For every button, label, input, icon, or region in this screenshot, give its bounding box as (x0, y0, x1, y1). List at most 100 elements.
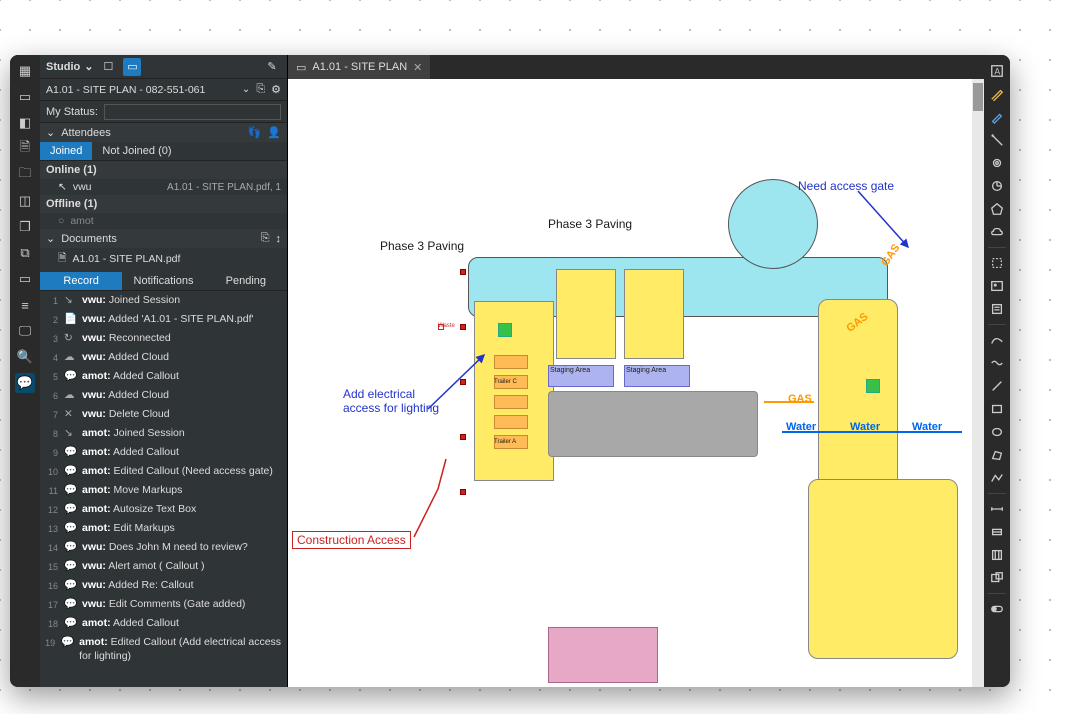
nav-layer-icon[interactable]: ◧ (15, 113, 35, 133)
chevron-down-icon: ⌄ (46, 126, 55, 139)
tool-rect-icon[interactable] (987, 399, 1007, 419)
nav-sheet-icon[interactable]: ◫ (15, 191, 35, 211)
nav-compare-icon[interactable]: ⧉ (15, 243, 35, 263)
project-icon[interactable]: ▭ (123, 58, 141, 76)
left-icon-strip: ▦ ▭ ◧ 🗎 🗀 ◫ ❐ ⧉ ▭ ≡ 🖵 🔍 💬 (10, 55, 40, 687)
session-icon[interactable]: ☐ (99, 58, 117, 76)
label-trailer-c: Trailer C (494, 379, 517, 385)
record-user: amot: (82, 484, 111, 496)
nav-chat-icon[interactable]: 💬 (15, 373, 35, 393)
record-row[interactable]: 17💬vwu: Edit Comments (Gate added) (40, 595, 287, 614)
tool-crop-icon[interactable] (987, 253, 1007, 273)
chevron-down-icon[interactable]: ⌄ (242, 84, 250, 95)
add-doc-icon[interactable]: ⎘ (261, 232, 270, 245)
tab-notifications[interactable]: Notifications (122, 272, 204, 290)
record-row[interactable]: 19💬amot: Edited Callout (Add electrical … (40, 633, 287, 665)
tool-image-icon[interactable] (987, 276, 1007, 296)
record-text: Added Callout (113, 370, 179, 382)
attendees-header[interactable]: ⌄ Attendees 👣 👤 (40, 123, 287, 142)
tab-record[interactable]: Record (40, 272, 122, 290)
marker-tool-icon[interactable]: ✎ (263, 58, 281, 76)
app-window: ▦ ▭ ◧ 🗎 🗀 ◫ ❐ ⧉ ▭ ≡ 🖵 🔍 💬 Studio ⌄ ☐ ▭ ✎… (10, 55, 1010, 687)
tool-ruler-icon[interactable] (987, 130, 1007, 150)
record-row[interactable]: 8↘amot: Joined Session (40, 424, 287, 443)
nav-list-icon[interactable]: ≡ (15, 295, 35, 315)
settings-icon[interactable]: ⚙ (271, 83, 281, 96)
follow-icon[interactable]: 👣 (248, 126, 262, 139)
record-type-icon: 💬 (64, 578, 76, 592)
sort-icon[interactable]: ↕ (276, 233, 282, 245)
tool-polyline-icon[interactable] (987, 468, 1007, 488)
tool-text-icon[interactable]: A (987, 61, 1007, 81)
tool-line-icon[interactable] (987, 376, 1007, 396)
pdf-icon: 🗎 (58, 250, 66, 268)
tool-curve-icon[interactable] (987, 330, 1007, 350)
record-row[interactable]: 3↻vwu: Reconnected (40, 329, 287, 348)
record-row[interactable]: 1↘vwu: Joined Session (40, 291, 287, 310)
record-row[interactable]: 11💬amot: Move Markups (40, 481, 287, 500)
record-number: 19 (44, 635, 55, 650)
tool-wave-icon[interactable] (987, 353, 1007, 373)
document-tab[interactable]: ▭ A1.01 - SITE PLAN ✕ (288, 55, 430, 79)
drawing-canvas[interactable]: Need access gate Phase 3 Paving Phase 3 … (288, 79, 972, 687)
record-text: Added Callout (113, 446, 179, 458)
nav-grid-icon[interactable]: ▦ (15, 61, 35, 81)
record-row[interactable]: 16💬vwu: Added Re: Callout (40, 576, 287, 595)
record-row[interactable]: 2📄vwu: Added 'A1.01 - SITE PLAN.pdf' (40, 310, 287, 329)
tab-not-joined[interactable]: Not Joined (0) (92, 142, 181, 160)
record-row[interactable]: 13💬amot: Edit Markups (40, 519, 287, 538)
records-list[interactable]: 1↘vwu: Joined Session2📄vwu: Added 'A1.01… (40, 291, 287, 687)
record-number: 16 (44, 578, 58, 593)
nav-monitor-icon[interactable]: 🖵 (15, 321, 35, 341)
record-row[interactable]: 18💬amot: Added Callout (40, 614, 287, 633)
nav-frame-icon[interactable]: ▭ (15, 269, 35, 289)
record-row[interactable]: 4☁vwu: Added Cloud (40, 348, 287, 367)
nav-doc-icon[interactable]: ▭ (15, 87, 35, 107)
document-item[interactable]: 🗎 A1.01 - SITE PLAN.pdf (40, 248, 287, 270)
record-row[interactable]: 14💬vwu: Does John M need to review? (40, 538, 287, 557)
record-row[interactable]: 9💬amot: Added Callout (40, 443, 287, 462)
tool-toggle-icon[interactable] (987, 599, 1007, 619)
tab-pending[interactable]: Pending (205, 272, 287, 290)
record-row[interactable]: 15💬vwu: Alert amot ( Callout ) (40, 557, 287, 576)
tool-measure1-icon[interactable] (987, 499, 1007, 519)
tool-measure3-icon[interactable] (987, 545, 1007, 565)
record-row[interactable]: 6☁vwu: Added Cloud (40, 386, 287, 405)
tab-joined[interactable]: Joined (40, 142, 92, 160)
record-user: vwu: (82, 541, 106, 553)
record-row[interactable]: 10💬amot: Edited Callout (Need access gat… (40, 462, 287, 481)
main-area: ▭ A1.01 - SITE PLAN ✕ (288, 55, 984, 687)
record-number: 7 (44, 407, 58, 422)
tool-note-icon[interactable] (987, 299, 1007, 319)
tool-poly-icon[interactable] (987, 445, 1007, 465)
attendee-offline[interactable]: ○ amot (40, 213, 287, 229)
tool-measure4-icon[interactable] (987, 568, 1007, 588)
nav-layers2-icon[interactable]: ❐ (15, 217, 35, 237)
close-icon[interactable]: ✕ (413, 61, 422, 74)
documents-header[interactable]: ⌄ Documents ⎘ ↕ (40, 229, 287, 248)
nav-files-icon[interactable]: 🗎 (15, 139, 35, 159)
nav-search-icon[interactable]: 🔍 (15, 347, 35, 367)
record-number: 8 (44, 426, 58, 441)
svg-text:A: A (994, 67, 1000, 77)
record-user: vwu: (82, 579, 106, 591)
tool-cloud-icon[interactable] (987, 222, 1007, 242)
record-user: amot: (82, 446, 111, 458)
record-row[interactable]: 7✕vwu: Delete Cloud (40, 405, 287, 424)
vertical-scrollbar[interactable] (972, 79, 984, 687)
attendee-online[interactable]: ↖ vwu A1.01 - SITE PLAN.pdf, 1 (40, 179, 287, 195)
tool-ellipse-icon[interactable] (987, 422, 1007, 442)
tool-pen-icon[interactable] (987, 84, 1007, 104)
nav-case-icon[interactable]: 🗀 (15, 165, 35, 185)
tool-pentagon-icon[interactable] (987, 199, 1007, 219)
record-row[interactable]: 5💬amot: Added Callout (40, 367, 287, 386)
status-select[interactable] (104, 104, 281, 120)
studio-dropdown[interactable]: Studio ⌄ (46, 60, 93, 73)
leave-icon[interactable]: ⎘ (256, 83, 265, 96)
tool-pie-icon[interactable] (987, 176, 1007, 196)
record-row[interactable]: 12💬amot: Autosize Text Box (40, 500, 287, 519)
person-icon[interactable]: 👤 (267, 126, 281, 139)
tool-measure2-icon[interactable] (987, 522, 1007, 542)
tool-gear-icon[interactable] (987, 153, 1007, 173)
tool-highlight-icon[interactable] (987, 107, 1007, 127)
